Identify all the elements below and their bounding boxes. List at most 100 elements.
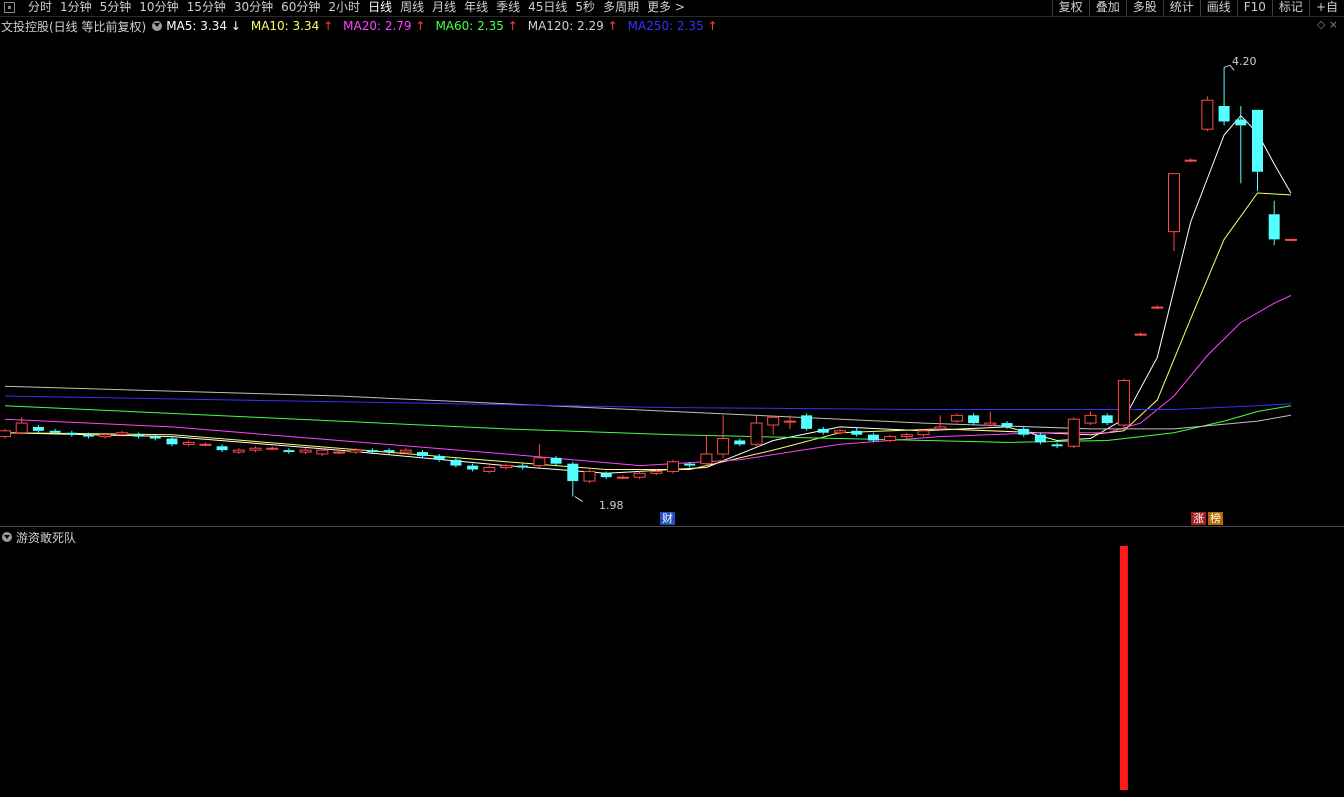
candle	[968, 413, 980, 425]
candle	[467, 463, 479, 472]
candle-body	[533, 457, 546, 467]
candle	[1218, 67, 1230, 126]
candle-body	[349, 449, 362, 453]
period-tab[interactable]: 30分钟	[230, 0, 277, 16]
period-tab[interactable]: 10分钟	[135, 0, 182, 16]
candle-body	[283, 450, 295, 453]
period-tab[interactable]: 分时	[24, 0, 56, 16]
candle-body	[700, 453, 713, 465]
period-tab[interactable]: 年线	[460, 0, 492, 16]
kline-chart[interactable]	[0, 34, 1344, 526]
candle-body	[851, 430, 863, 435]
candle-body	[1201, 99, 1214, 130]
window-controls[interactable]: ◇ ×	[1317, 18, 1338, 31]
period-tab[interactable]: 日线	[364, 0, 396, 16]
period-tab[interactable]: 60分钟	[277, 0, 324, 16]
candle	[1235, 106, 1247, 184]
tool-button[interactable]: 复权	[1051, 0, 1089, 16]
candle-body	[884, 436, 897, 441]
ma-legend-item: MA10: 3.34 ↑	[250, 19, 334, 33]
candle-body	[1168, 173, 1180, 233]
candle-body	[834, 430, 846, 434]
candle	[817, 426, 829, 435]
candle-body	[0, 430, 11, 438]
ma-line-ma5	[4, 114, 1292, 474]
candle-body	[1084, 414, 1097, 424]
ma-legend-item: MA120: 2.29 ↑	[527, 19, 618, 33]
candle-body	[783, 420, 796, 423]
period-tab[interactable]: 2小时	[324, 0, 364, 16]
period-tab[interactable]: 15分钟	[183, 0, 230, 16]
tool-button[interactable]: 统计	[1162, 0, 1200, 16]
period-tab[interactable]: 5分钟	[96, 0, 136, 16]
tool-button[interactable]: F10	[1236, 0, 1272, 16]
candle-body	[684, 463, 696, 466]
candle	[801, 413, 813, 431]
period-tab[interactable]: 5秒	[571, 0, 599, 16]
candle	[1151, 305, 1164, 309]
ma-line-ma250	[4, 395, 1291, 410]
candle	[851, 426, 863, 437]
ma-line-ma20	[4, 295, 1292, 467]
candle	[1201, 96, 1214, 132]
candle-body	[667, 461, 679, 472]
candle-body	[734, 440, 746, 445]
candle	[583, 469, 596, 483]
candle	[717, 415, 730, 458]
dragon-tiger-list-marker[interactable]: 榜	[1208, 512, 1223, 525]
candle	[32, 425, 44, 433]
period-tab[interactable]: 季线	[492, 0, 524, 16]
candle	[900, 432, 913, 439]
candle	[283, 448, 295, 454]
indicator-dropdown-icon[interactable]	[2, 532, 12, 542]
candle	[1084, 411, 1097, 425]
candle-body	[633, 472, 646, 478]
candle-body	[32, 426, 44, 431]
candle-body	[450, 459, 462, 466]
period-tab[interactable]: 45日线	[524, 0, 571, 16]
tool-button[interactable]: 标记	[1271, 0, 1309, 16]
candle-body	[500, 465, 512, 469]
candle	[1101, 413, 1113, 425]
period-tab[interactable]: 更多 >	[643, 0, 689, 16]
candle	[483, 465, 496, 474]
candle-body	[433, 455, 445, 460]
indicator-chart[interactable]	[0, 527, 1344, 797]
candle	[1117, 378, 1130, 427]
period-tabs: 分时 1分钟 5分钟 10分钟 15分钟 30分钟 60分钟 2小时 日线 周线 月线 年线 季线 45日…	[24, 0, 689, 16]
candle-body	[1067, 418, 1080, 447]
candle-body	[467, 465, 479, 470]
candle	[750, 415, 763, 447]
candle	[667, 459, 679, 474]
tool-button[interactable]: +自	[1308, 0, 1344, 16]
candle-body	[600, 473, 612, 478]
right-tools: 复权 叠加 多股 统计 画线 F10 标记 +自	[1051, 0, 1344, 16]
finance-event-marker[interactable]: 财	[660, 512, 675, 525]
limit-up-marker[interactable]: 涨	[1191, 512, 1206, 525]
candle	[1268, 200, 1280, 246]
candle	[133, 432, 145, 439]
candle	[182, 440, 195, 447]
panel-toggle-icon[interactable]	[4, 2, 15, 13]
candle-body	[1001, 423, 1013, 427]
period-tab[interactable]: 周线	[396, 0, 428, 16]
period-tab[interactable]: 1分钟	[56, 0, 96, 16]
period-toolbar: 分时 1分钟 5分钟 10分钟 15分钟 30分钟 60分钟 2小时 日线 周线 月线 年线 季线 45日…	[0, 0, 1344, 17]
period-tab[interactable]: 月线	[428, 0, 460, 16]
ma-legend-item: MA20: 2.79 ↑	[343, 19, 426, 33]
low-price-label: 1.98	[599, 499, 624, 512]
candle-body	[149, 436, 161, 439]
candle	[1284, 238, 1297, 241]
candle	[616, 475, 629, 480]
candle-body	[115, 432, 128, 436]
high-price-label: 4.20	[1232, 55, 1257, 68]
tool-button[interactable]: 叠加	[1088, 0, 1126, 16]
period-tab[interactable]: 多周期	[599, 0, 643, 16]
tool-button[interactable]: 画线	[1199, 0, 1237, 16]
tool-button[interactable]: 多股	[1125, 0, 1163, 16]
candle	[0, 428, 11, 439]
candle	[950, 413, 963, 424]
settings-dropdown-icon[interactable]	[152, 21, 163, 31]
candle	[767, 415, 780, 435]
candle-body	[616, 476, 629, 479]
